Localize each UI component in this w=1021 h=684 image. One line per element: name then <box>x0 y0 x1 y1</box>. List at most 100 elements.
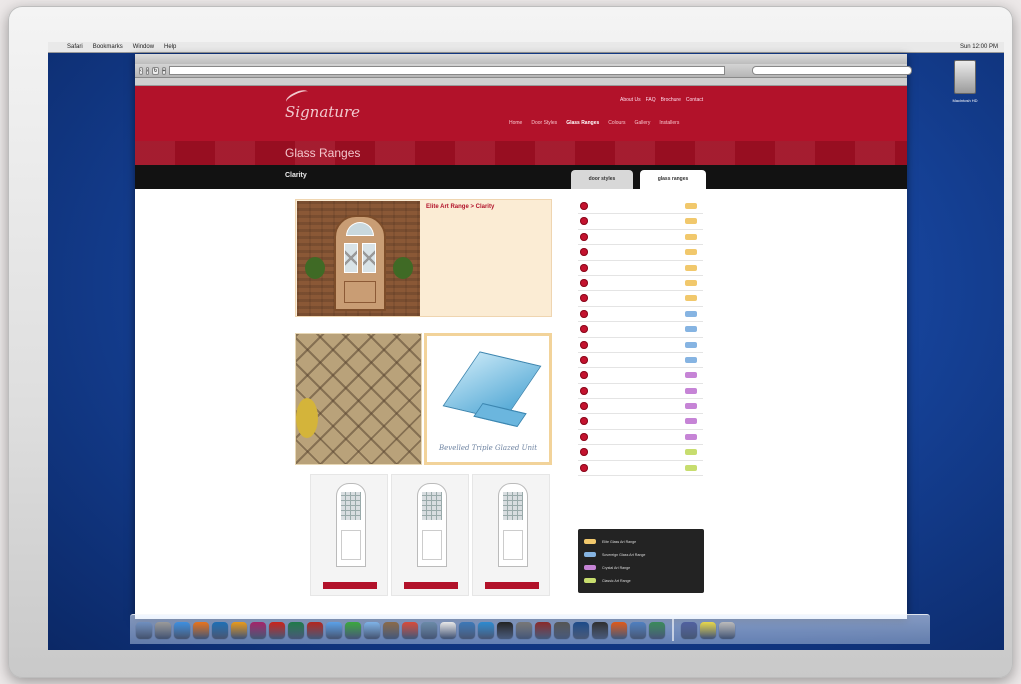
legend-swatch <box>584 539 596 544</box>
legend-label: Elite Glass Art Range <box>602 539 637 544</box>
terminal-icon[interactable] <box>497 621 513 638</box>
ichat-icon[interactable] <box>345 621 361 638</box>
firefox-2-icon[interactable] <box>611 621 627 638</box>
glass-list-item[interactable] <box>578 338 703 353</box>
door-thumbnail[interactable] <box>310 474 388 596</box>
nav-installers[interactable]: Installers <box>659 120 679 126</box>
door-thumbnail-button[interactable] <box>404 582 458 589</box>
trash-icon[interactable] <box>719 621 735 638</box>
add-bookmark-icon[interactable]: + <box>161 66 167 75</box>
site-logo[interactable]: Signature <box>285 103 360 121</box>
nav-glass-ranges[interactable]: Glass Ranges <box>566 120 599 126</box>
glass-list-item[interactable] <box>578 353 703 369</box>
glass-list-item[interactable] <box>578 322 703 338</box>
door-thumbnail-button[interactable] <box>485 582 539 589</box>
back-icon[interactable]: ‹ <box>139 66 143 75</box>
bookmarks-bar[interactable] <box>135 78 907 86</box>
glass-list-item[interactable] <box>578 261 703 276</box>
reload-icon[interactable]: ↻ <box>152 66 159 75</box>
glass-list-item[interactable] <box>578 445 703 461</box>
util-nav-faq[interactable]: FAQ <box>646 97 656 103</box>
dictionary-icon[interactable] <box>535 621 551 638</box>
range-color-swatch <box>685 295 697 302</box>
acrobat-icon[interactable] <box>269 621 285 638</box>
glass-list-item[interactable] <box>578 214 703 230</box>
dreamweaver-icon[interactable] <box>288 621 304 638</box>
dashboard-icon[interactable] <box>592 621 608 638</box>
photoshop-icon[interactable] <box>212 621 228 638</box>
range-color-swatch <box>685 464 697 471</box>
finder-icon[interactable] <box>136 621 152 638</box>
indesign-icon[interactable] <box>250 621 266 638</box>
glass-list-item[interactable] <box>578 430 703 446</box>
diagram-caption: Bevelled Triple Glazed Unit <box>439 444 538 452</box>
door-glass-pane <box>362 243 376 273</box>
menu-help[interactable]: Help <box>159 42 181 52</box>
glass-list-item[interactable] <box>578 384 703 400</box>
menu-window[interactable]: Window <box>128 42 159 52</box>
iphoto-icon[interactable] <box>459 621 475 638</box>
glass-list-item[interactable] <box>578 307 703 323</box>
textedit-icon[interactable] <box>440 621 456 638</box>
mail-2-icon[interactable] <box>630 621 646 638</box>
tab-glass-ranges[interactable]: glass ranges <box>640 170 706 189</box>
nav-home[interactable]: Home <box>509 120 522 126</box>
preview-icon[interactable] <box>421 621 437 638</box>
glass-list-item[interactable] <box>578 414 703 430</box>
menu-clock[interactable]: Sun 12:00 PM <box>960 42 1004 52</box>
transmit-icon[interactable] <box>649 621 665 638</box>
glazed-unit-diagram: Bevelled Triple Glazed Unit <box>424 333 552 465</box>
glass-list-item[interactable] <box>578 199 703 215</box>
door-thumbnail-image <box>417 483 447 567</box>
range-color-swatch <box>685 403 697 410</box>
glass-list-item[interactable] <box>578 245 703 261</box>
illustrator-icon[interactable] <box>231 621 247 638</box>
xcode-icon[interactable] <box>681 621 697 638</box>
address-bar[interactable] <box>169 66 726 75</box>
glass-list-item[interactable] <box>578 399 703 415</box>
ical-icon[interactable] <box>402 621 418 638</box>
util-nav-contact[interactable]: Contact <box>686 97 703 103</box>
range-color-swatch <box>685 233 697 240</box>
glass-list-item[interactable] <box>578 461 703 477</box>
safari-icon[interactable] <box>174 621 190 638</box>
menu-bookmarks[interactable]: Bookmarks <box>88 42 128 52</box>
flash-icon[interactable] <box>307 621 323 638</box>
itunes-store-icon[interactable] <box>478 621 494 638</box>
legend-label: Crystal Art Range <box>602 565 631 570</box>
camera-icon[interactable] <box>554 621 570 638</box>
glass-list-item[interactable] <box>578 230 703 246</box>
itunes-icon[interactable] <box>326 621 342 638</box>
door-thumbnail[interactable] <box>472 474 550 596</box>
tab-door-styles[interactable]: door styles <box>571 170 633 189</box>
stickies-icon[interactable] <box>700 621 716 638</box>
door-thumbnail-button[interactable] <box>323 582 377 589</box>
range-color-swatch <box>685 218 697 225</box>
forward-icon[interactable]: › <box>145 66 150 75</box>
glass-list-item[interactable] <box>578 368 703 384</box>
util-nav-brochure[interactable]: Brochure <box>661 97 681 103</box>
door-thumbnail[interactable] <box>391 474 469 596</box>
hard-drive-icon[interactable] <box>954 60 976 94</box>
arrow-bullet-icon <box>580 217 588 226</box>
util-nav-about[interactable]: About Us <box>620 97 641 103</box>
nav-gallery[interactable]: Gallery <box>635 120 651 126</box>
nav-colours[interactable]: Colours <box>608 120 625 126</box>
address-book-icon[interactable] <box>383 621 399 638</box>
site-header: Signature About Us FAQ Brochure Contact … <box>135 86 907 141</box>
glass-list-item[interactable] <box>578 291 703 307</box>
quicktime-icon[interactable] <box>573 621 589 638</box>
mail-icon[interactable] <box>364 621 380 638</box>
nav-door-styles[interactable]: Door Styles <box>531 120 557 126</box>
range-color-swatch <box>685 418 697 425</box>
legend-label: Sovereign Glass Art Range <box>602 552 646 557</box>
glass-list-item[interactable] <box>578 276 703 292</box>
menu-safari[interactable]: Safari <box>62 42 88 52</box>
apple-menu-icon[interactable] <box>48 42 62 52</box>
search-field[interactable] <box>752 66 913 75</box>
browser-window: ‹ › ↻ + Signature About Us FAQ Brochure … <box>135 54 913 619</box>
calculator-icon[interactable] <box>516 621 532 638</box>
arrow-bullet-icon <box>580 402 588 411</box>
firefox-icon[interactable] <box>193 621 209 638</box>
system-preferences-icon[interactable] <box>155 621 171 638</box>
